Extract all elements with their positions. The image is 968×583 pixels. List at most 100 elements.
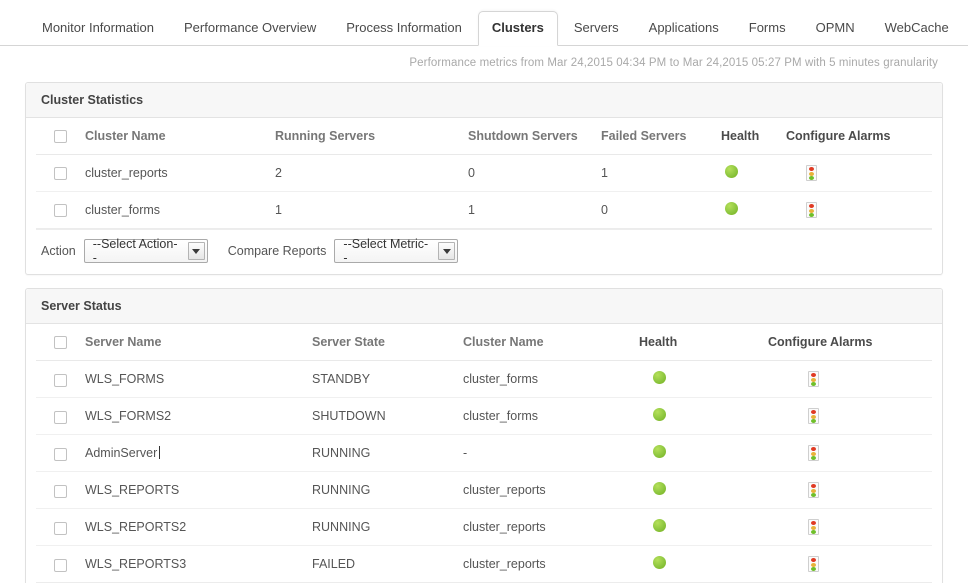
traffic-light-icon[interactable] — [808, 519, 819, 535]
health-status-green-icon — [653, 445, 666, 458]
compare-metric-select[interactable]: --Select Metric-- — [334, 239, 458, 263]
tab-performance-overview[interactable]: Performance Overview — [170, 11, 330, 46]
tab-monitor-information[interactable]: Monitor Information — [28, 11, 168, 46]
server-row-checkbox[interactable] — [54, 448, 67, 461]
table-row: WLS_FORMS2 SHUTDOWN cluster_forms — [36, 398, 932, 435]
server-name-cell[interactable]: AdminServer — [81, 435, 308, 472]
failed-servers-header: Failed Servers — [597, 118, 717, 155]
traffic-light-icon[interactable] — [808, 482, 819, 498]
server-configure-alarms-cell — [764, 435, 932, 472]
cluster-table-header-row: Cluster Name Running Servers Shutdown Se… — [36, 118, 932, 155]
server-row-checkbox-cell — [36, 509, 81, 546]
cluster-row-checkbox[interactable] — [54, 167, 67, 180]
table-row: WLS_REPORTS RUNNING cluster_reports — [36, 472, 932, 509]
traffic-light-icon[interactable] — [808, 408, 819, 424]
select-all-servers-checkbox[interactable] — [54, 336, 67, 349]
chevron-down-icon — [438, 242, 455, 260]
tab-webcache[interactable]: WebCache — [871, 11, 963, 46]
cluster-name-cell: cluster_reports — [81, 155, 271, 192]
health-status-green-icon — [653, 408, 666, 421]
server-health-header: Health — [635, 324, 764, 361]
compare-reports-label: Compare Reports — [228, 244, 327, 258]
server-row-checkbox-cell — [36, 398, 81, 435]
server-row-checkbox-cell — [36, 435, 81, 472]
server-health-cell — [635, 398, 764, 435]
server-state-cell: FAILED — [308, 546, 459, 583]
cluster-configure-alarms-cell — [782, 155, 932, 192]
server-status-title: Server Status — [26, 289, 942, 324]
cluster-row-checkbox[interactable] — [54, 204, 67, 217]
server-configure-alarms-cell — [764, 472, 932, 509]
table-row: cluster_forms 1 1 0 — [36, 192, 932, 229]
tab-opmn[interactable]: OPMN — [802, 11, 869, 46]
cluster-statistics-body: Cluster Name Running Servers Shutdown Se… — [26, 118, 942, 274]
table-row: WLS_FORMS STANDBY cluster_forms — [36, 361, 932, 398]
cluster-statistics-panel: Cluster Statistics C — [25, 82, 943, 275]
traffic-light-icon[interactable] — [806, 165, 817, 181]
traffic-light-icon[interactable] — [808, 371, 819, 387]
shutdown-servers-cell: 0 — [464, 155, 597, 192]
cluster-select-all-header — [36, 118, 81, 155]
main-tab-bar: Monitor Information Performance Overview… — [0, 0, 968, 46]
table-row: cluster_reports 2 0 1 — [36, 155, 932, 192]
health-status-green-icon — [653, 519, 666, 532]
failed-servers-cell: 1 — [597, 155, 717, 192]
tab-servers[interactable]: Servers — [560, 11, 633, 46]
cluster-action-bar: Action --Select Action-- Compare Reports… — [36, 229, 932, 274]
server-row-checkbox-cell — [36, 546, 81, 583]
server-row-checkbox[interactable] — [54, 374, 67, 387]
server-status-table: Server Name Server State Cluster Name He… — [36, 324, 932, 583]
health-status-green-icon — [653, 482, 666, 495]
cluster-configure-alarms-header: Configure Alarms — [782, 118, 932, 155]
server-cluster-name-cell: cluster_reports — [459, 472, 635, 509]
traffic-light-icon[interactable] — [806, 202, 817, 218]
server-row-checkbox-cell — [36, 472, 81, 509]
server-row-checkbox[interactable] — [54, 522, 67, 535]
cluster-action-select[interactable]: --Select Action-- — [84, 239, 208, 263]
server-cluster-name-cell: cluster_reports — [459, 509, 635, 546]
server-name-cell: WLS_REPORTS — [81, 472, 308, 509]
table-row: WLS_REPORTS2 RUNNING cluster_reports — [36, 509, 932, 546]
select-all-clusters-checkbox[interactable] — [54, 130, 67, 143]
server-row-checkbox[interactable] — [54, 559, 67, 572]
cluster-configure-alarms-cell — [782, 192, 932, 229]
cluster-action-select-value: --Select Action-- — [93, 237, 181, 265]
server-health-cell — [635, 361, 764, 398]
server-name-cell: WLS_FORMS — [81, 361, 308, 398]
server-state-header: Server State — [308, 324, 459, 361]
server-configure-alarms-cell — [764, 509, 932, 546]
cluster-row-checkbox-cell — [36, 155, 81, 192]
cluster-statistics-table: Cluster Name Running Servers Shutdown Se… — [36, 118, 932, 229]
table-row: WLS_REPORTS3 FAILED cluster_reports — [36, 546, 932, 583]
server-cluster-name-cell: cluster_forms — [459, 361, 635, 398]
shutdown-servers-header: Shutdown Servers — [464, 118, 597, 155]
server-state-cell: RUNNING — [308, 472, 459, 509]
traffic-light-icon[interactable] — [808, 556, 819, 572]
server-name-cell: WLS_FORMS2 — [81, 398, 308, 435]
tab-process-information[interactable]: Process Information — [332, 11, 476, 46]
table-row: AdminServer RUNNING - — [36, 435, 932, 472]
tab-clusters[interactable]: Clusters — [478, 11, 558, 46]
server-table-header-row: Server Name Server State Cluster Name He… — [36, 324, 932, 361]
tab-applications[interactable]: Applications — [635, 11, 733, 46]
server-state-cell: SHUTDOWN — [308, 398, 459, 435]
server-row-checkbox-cell — [36, 361, 81, 398]
server-cluster-name-cell: cluster_reports — [459, 546, 635, 583]
chevron-down-icon — [188, 242, 205, 260]
server-configure-alarms-cell — [764, 546, 932, 583]
server-row-checkbox[interactable] — [54, 485, 67, 498]
server-status-body: Server Name Server State Cluster Name He… — [26, 324, 942, 583]
server-configure-alarms-cell — [764, 361, 932, 398]
server-cluster-name-cell: - — [459, 435, 635, 472]
server-configure-alarms-cell — [764, 398, 932, 435]
tab-forms[interactable]: Forms — [735, 11, 800, 46]
health-status-green-icon — [725, 165, 738, 178]
failed-servers-cell: 0 — [597, 192, 717, 229]
server-state-cell: RUNNING — [308, 509, 459, 546]
traffic-light-icon[interactable] — [808, 445, 819, 461]
server-health-cell — [635, 472, 764, 509]
server-row-checkbox[interactable] — [54, 411, 67, 424]
health-status-green-icon — [653, 371, 666, 384]
server-select-all-header — [36, 324, 81, 361]
compare-metric-select-value: --Select Metric-- — [343, 237, 431, 265]
